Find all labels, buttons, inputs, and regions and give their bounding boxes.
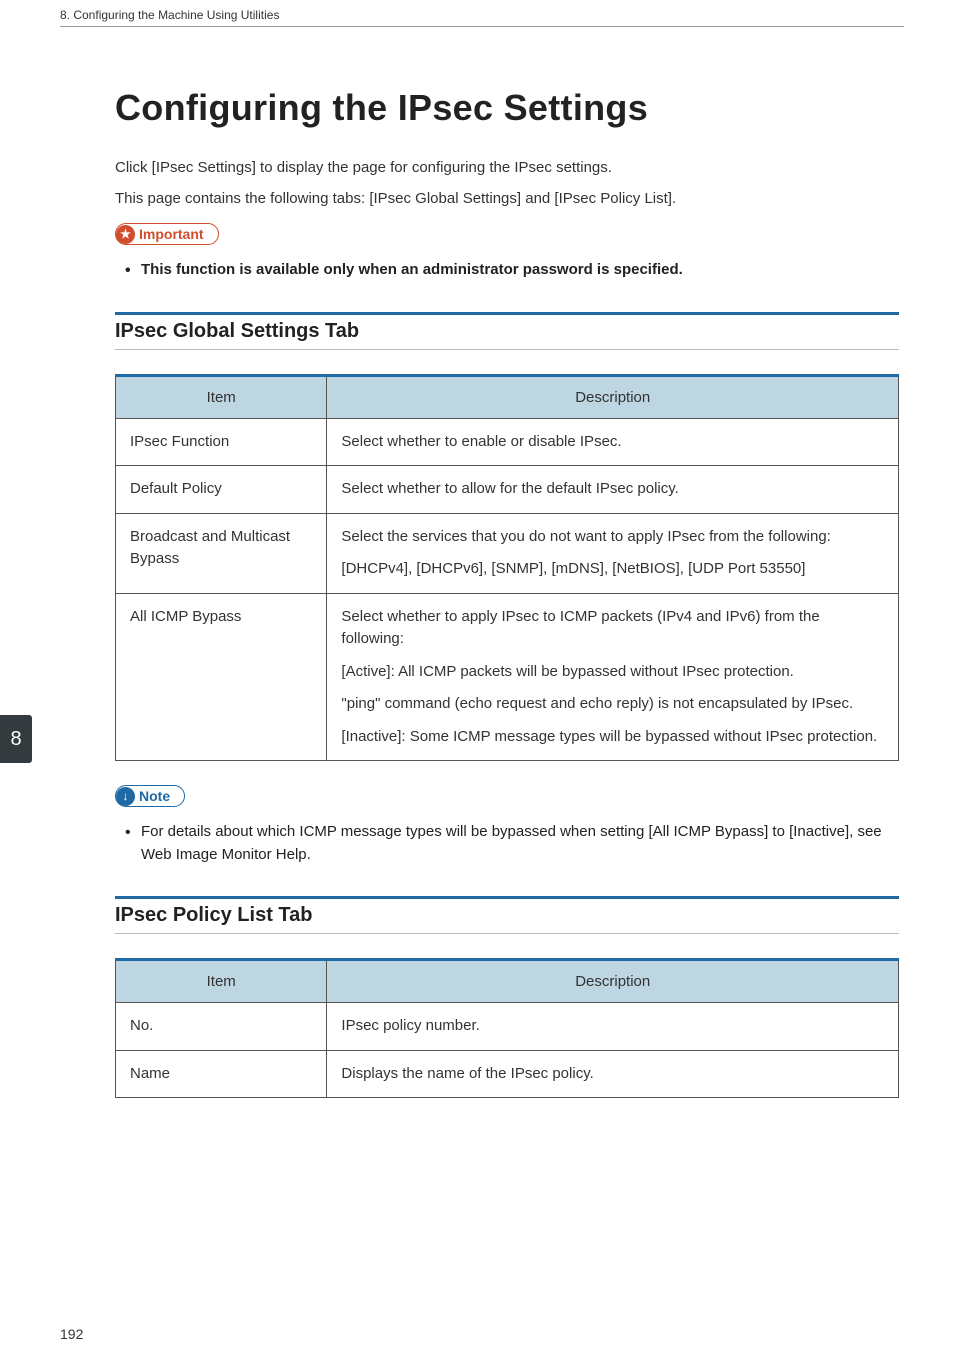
cell-item: All ICMP Bypass [116, 593, 327, 761]
col-header-item: Item [116, 960, 327, 1003]
page-title: Configuring the IPsec Settings [115, 87, 899, 129]
note-label: Note [139, 788, 170, 804]
intro-line-1: Click [IPsec Settings] to display the pa… [115, 157, 899, 178]
table-row: All ICMP Bypass Select whether to apply … [116, 593, 899, 761]
cell-item: No. [116, 1003, 327, 1051]
cell-item: Default Policy [116, 466, 327, 514]
cell-desc-line: [Inactive]: Some ICMP message types will… [341, 726, 884, 749]
intro-line-2: This page contains the following tabs: [… [115, 188, 899, 209]
cell-desc-line: "ping" command (echo request and echo re… [341, 693, 884, 716]
table-row: Default Policy Select whether to allow f… [116, 466, 899, 514]
global-settings-table: Item Description IPsec Function Select w… [115, 374, 899, 762]
note-badge: ↓ Note [115, 785, 185, 807]
cell-desc-line: Select whether to apply IPsec to ICMP pa… [341, 606, 884, 651]
table-row: Broadcast and Multicast Bypass Select th… [116, 513, 899, 593]
note-list: For details about which ICMP message typ… [115, 821, 899, 866]
cell-desc: Displays the name of the IPsec policy. [327, 1050, 899, 1098]
table-row: No. IPsec policy number. [116, 1003, 899, 1051]
cell-item: IPsec Function [116, 418, 327, 466]
cell-desc: Select whether to apply IPsec to ICMP pa… [327, 593, 899, 761]
important-label: Important [139, 226, 204, 242]
important-badge: ★ Important [115, 223, 219, 245]
page-number: 192 [60, 1326, 83, 1342]
cell-item: Broadcast and Multicast Bypass [116, 513, 327, 593]
col-header-desc: Description [327, 375, 899, 418]
col-header-item: Item [116, 375, 327, 418]
intro-paragraphs: Click [IPsec Settings] to display the pa… [115, 157, 899, 209]
cell-desc-line: [Active]: All ICMP packets will be bypas… [341, 661, 884, 684]
cell-desc: Select the services that you do not want… [327, 513, 899, 593]
important-list: This function is available only when an … [115, 259, 899, 282]
page-content: 8. Configuring the Machine Using Utiliti… [0, 0, 959, 1158]
cell-desc: Select whether to allow for the default … [327, 466, 899, 514]
table-row: IPsec Function Select whether to enable … [116, 418, 899, 466]
cell-desc: Select whether to enable or disable IPse… [327, 418, 899, 466]
section-heading-policy: IPsec Policy List Tab [115, 896, 899, 934]
table-row: Name Displays the name of the IPsec poli… [116, 1050, 899, 1098]
section-heading-global: IPsec Global Settings Tab [115, 312, 899, 350]
cell-desc-line: Select the services that you do not want… [341, 526, 884, 549]
list-item: This function is available only when an … [141, 259, 899, 282]
cell-item: Name [116, 1050, 327, 1098]
cell-desc: IPsec policy number. [327, 1003, 899, 1051]
list-item: For details about which ICMP message typ… [141, 821, 899, 866]
policy-list-table: Item Description No. IPsec policy number… [115, 958, 899, 1098]
star-icon: ★ [116, 225, 135, 244]
table-header-row: Item Description [116, 960, 899, 1003]
arrow-down-icon: ↓ [116, 787, 135, 806]
running-header: 8. Configuring the Machine Using Utiliti… [60, 8, 904, 27]
table-header-row: Item Description [116, 375, 899, 418]
cell-desc-line: [DHCPv4], [DHCPv6], [SNMP], [mDNS], [Net… [341, 558, 884, 581]
col-header-desc: Description [327, 960, 899, 1003]
